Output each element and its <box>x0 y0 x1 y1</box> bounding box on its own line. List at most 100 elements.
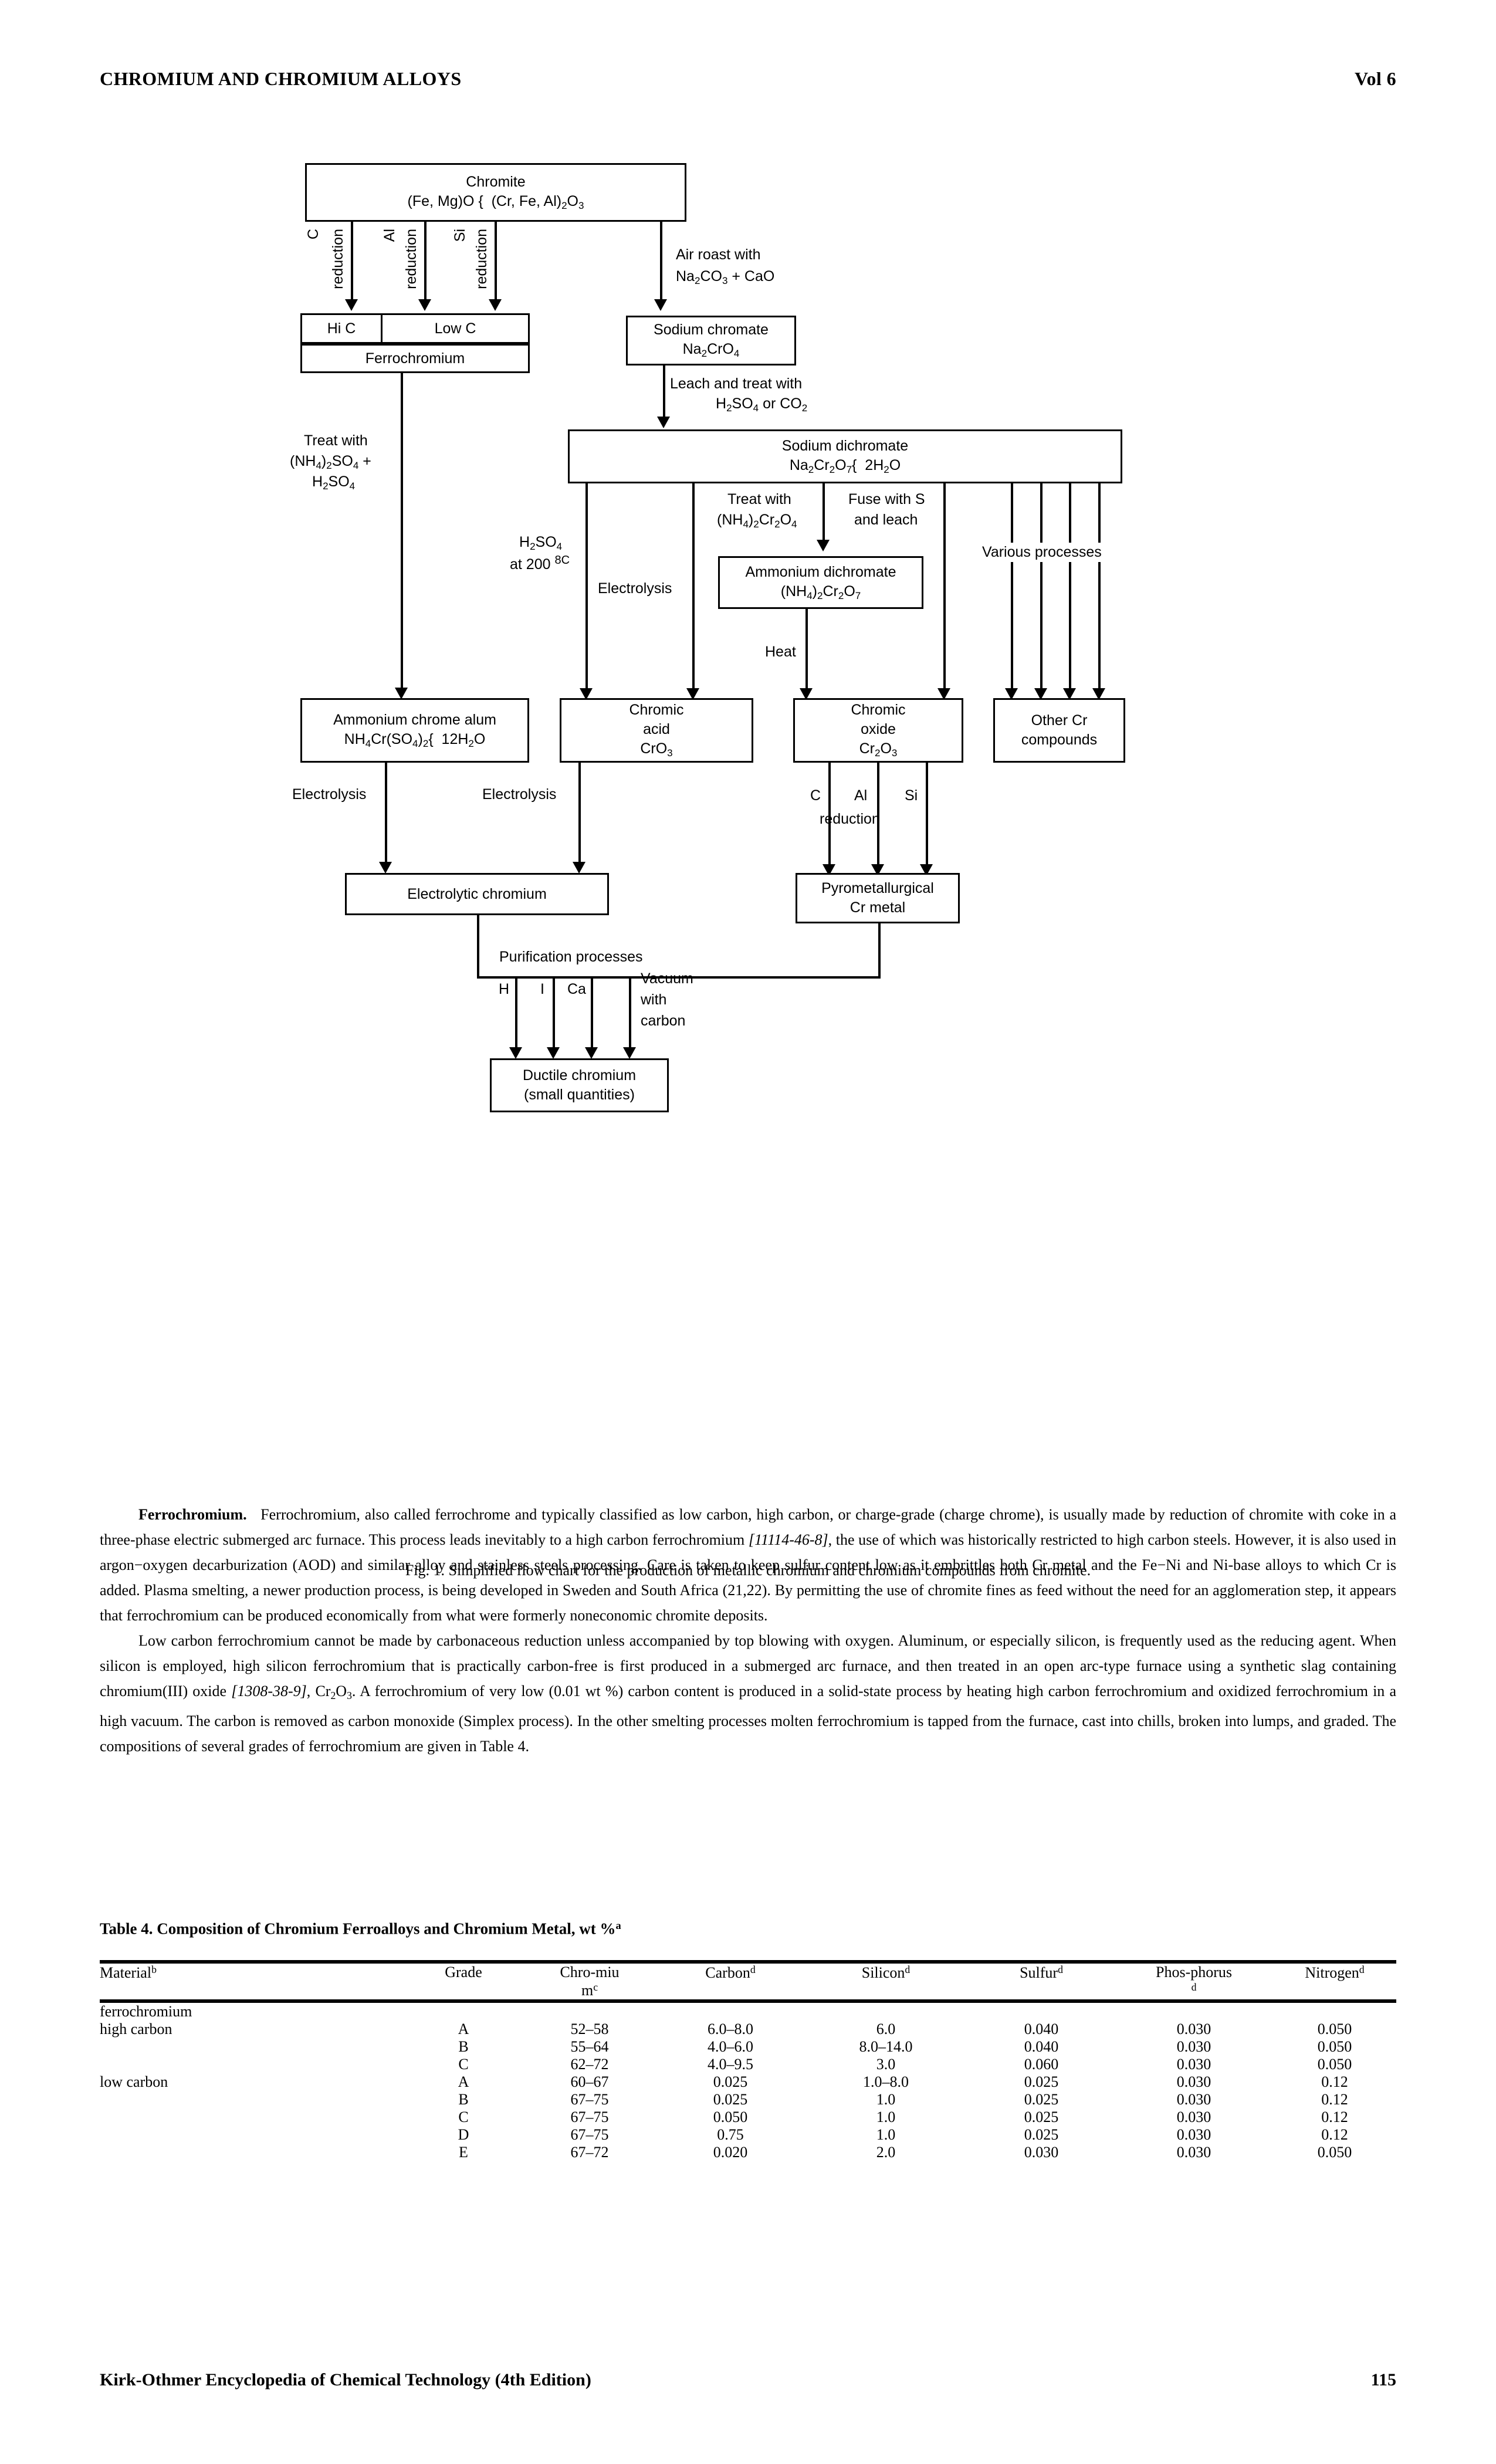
cell-material <box>100 2144 405 2161</box>
edge-label-electrolysis-mid: Electrolysis <box>598 579 672 598</box>
node-other-cr-l2: compounds <box>1021 732 1098 748</box>
node-chromic-oxide: Chromic oxide Cr2O3 <box>793 698 963 763</box>
edge-label-text: Si <box>905 787 918 804</box>
edge-label-h2so4-1: H2SO4 <box>519 533 563 553</box>
table-caption: Table 4. Composition of Chromium Ferroal… <box>100 1920 1396 1938</box>
node-ammonium-dichromate-label: Ammonium dichromate <box>745 563 896 580</box>
cell-nitrogen: 0.12 <box>1321 2090 1348 2108</box>
edge-label-text: Various processes <box>982 544 1102 560</box>
cell-grade: B <box>458 2037 469 2055</box>
node-chromite-formula: (Fe, Mg)O { (Cr, Fe, Al)2O3 <box>407 192 584 211</box>
run-in-heading: Ferrochromium. <box>138 1506 247 1523</box>
edge-label-heat: Heat <box>765 642 796 662</box>
node-sodium-dichromate: Sodium dichromate Na2Cr2O7{ 2H2O <box>568 429 1122 483</box>
cell-sulfur: 0.040 <box>1024 2037 1059 2055</box>
page-footer: Kirk-Othmer Encyclopedia of Chemical Tec… <box>100 2370 1396 2390</box>
paragraph-text: , Cr2O3 <box>306 1683 352 1701</box>
node-chromic-acid-l2: acid <box>643 721 670 738</box>
node-ductile-l1: Ductile chromium <box>522 1067 637 1084</box>
cell-carbon: 4.0–9.5 <box>708 2055 753 2073</box>
cell-material <box>100 2038 405 2056</box>
node-chromic-acid-l1: Chromic <box>629 702 684 719</box>
table-row: B 55–64 4.0–6.0 8.0–14.0 0.040 0.030 0.0… <box>100 2038 1396 2056</box>
cell-nitrogen: 0.12 <box>1321 2108 1348 2125</box>
cell-silicon: 1.0 <box>876 2108 896 2125</box>
edge-label-purif-ca: Ca <box>567 980 586 999</box>
cell-sulfur: 0.025 <box>1024 2073 1059 2090</box>
cell-grade: B <box>458 2090 469 2108</box>
cell-nitrogen: 0.050 <box>1317 2037 1352 2055</box>
cell-chromium: 52–58 <box>570 2020 609 2037</box>
table-row: C 67–75 0.050 1.0 0.025 0.030 0.12 <box>100 2108 1396 2126</box>
arrowhead <box>573 862 585 874</box>
cell-sulfur: 0.040 <box>1024 2020 1059 2037</box>
edge-label-text: with <box>641 991 667 1008</box>
edge-electrolysis-mid <box>692 483 695 693</box>
cell-sulfur: 0.030 <box>1024 2143 1059 2161</box>
footnote-marker: d <box>1359 1964 1365 1976</box>
table-row: high carbon A 52–58 6.0–8.0 6.0 0.040 0.… <box>100 2020 1396 2038</box>
col-header-text: Chro-miu <box>560 1964 620 1981</box>
node-sodium-dichromate-label: Sodium dichromate <box>781 437 909 454</box>
cell-material <box>100 2126 405 2144</box>
node-sodium-chromate: Sodium chromate Na2CrO4 <box>626 316 796 365</box>
cell-nitrogen: 0.050 <box>1317 2055 1352 2073</box>
cell-carbon: 0.025 <box>713 2090 748 2108</box>
arrowhead <box>654 299 667 311</box>
arrowhead <box>657 417 670 428</box>
cell-material: low carbon <box>100 2073 168 2090</box>
node-pyromet-l1: Pyrometallurgical <box>821 880 934 896</box>
node-alum-label: Ammonium chrome alum <box>333 711 496 728</box>
cell-phosphorus: 0.030 <box>1176 2037 1211 2055</box>
arrowhead <box>547 1047 560 1059</box>
node-low-c-label: Low C <box>434 320 476 337</box>
node-ductile-chromium: Ductile chromium (small quantities) <box>490 1058 669 1112</box>
edge-label-purif-vacuum-2: with <box>641 990 666 1010</box>
arrowhead <box>395 688 408 699</box>
edge-label-treat-sulf-2: (NH4)2SO4 + <box>290 452 371 472</box>
cell-carbon: 0.025 <box>713 2073 748 2090</box>
table-row: E 67–72 0.020 2.0 0.030 0.030 0.050 <box>100 2144 1396 2161</box>
edge-label-treat-nh4-1: Treat with <box>727 490 791 509</box>
edge-label-treat-sulf-3: H2SO4 <box>312 472 356 493</box>
edge-purif-vacuum <box>629 979 631 1052</box>
volume-label: Vol 6 <box>1354 68 1396 89</box>
arrowhead <box>585 1047 598 1059</box>
col-header-material: Materialb <box>100 1960 405 2003</box>
edge-leach <box>663 365 665 421</box>
edge-electrolysis-left-1 <box>385 763 387 867</box>
edge-purif-left <box>477 915 479 979</box>
col-header-grade: Grade <box>405 1960 522 2003</box>
col-header-silicon: Silicond <box>804 1960 968 2003</box>
cell-silicon: 6.0 <box>876 2020 896 2037</box>
cell-grade: C <box>458 2108 469 2125</box>
node-hi-c: Hi C <box>300 313 383 344</box>
edge-label-text: Electrolysis <box>292 786 367 803</box>
edge-label-air-roast-1: Air roast with <box>676 245 761 265</box>
page-number: 115 <box>1370 2370 1396 2389</box>
edge-treat-sulfate <box>401 373 403 693</box>
edge-label-text: Treat with <box>727 491 791 507</box>
cas-citation: [11114-46-8] <box>748 1531 828 1548</box>
edge-purif-ca <box>591 979 593 1052</box>
edge-label-h2so4-2: at 200 8C <box>510 553 570 574</box>
edge-label-purif-vacuum-3: carbon <box>641 1011 685 1031</box>
col-header-text: Sulfur <box>1020 1964 1058 1982</box>
node-chromic-acid: Chromic acid CrO3 <box>560 698 753 763</box>
page-title: CHROMIUM AND CHROMIUM ALLOYS <box>100 68 462 89</box>
edge-label-text: Al <box>854 787 868 804</box>
cell-nitrogen: 0.050 <box>1317 2020 1352 2037</box>
edge-si-reduction-2 <box>926 763 928 869</box>
edge-label-al-text: Al <box>381 229 398 242</box>
footnote-marker: d <box>1058 1964 1063 1976</box>
node-chromic-oxide-l2: oxide <box>861 721 896 738</box>
node-ammonium-dichromate: Ammonium dichromate (NH4)2Cr2O7 <box>718 556 923 609</box>
edge-label-leach-2: H2SO4 or CO2 <box>716 394 808 415</box>
body-text: Ferrochromium. Ferrochromium, also calle… <box>100 1502 1396 1759</box>
col-header-text: Carbon <box>705 1964 750 1982</box>
edge-label-purification: Purification processes <box>499 947 643 967</box>
node-hi-c-label: Hi C <box>327 320 356 337</box>
node-sodium-dichromate-formula: Na2Cr2O7{ 2H2O <box>789 456 901 475</box>
edge-label-text: Purification processes <box>499 949 643 965</box>
cell-carbon: 0.050 <box>713 2108 748 2125</box>
